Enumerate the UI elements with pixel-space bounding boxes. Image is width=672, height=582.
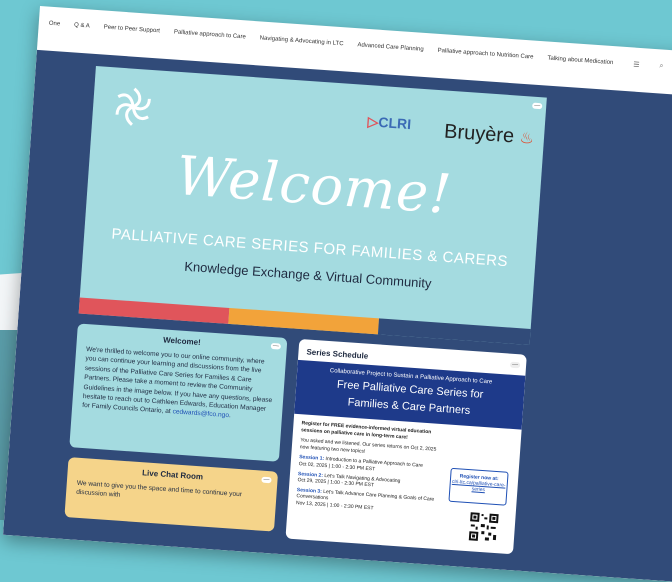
email-link[interactable]: cedwards@fco.ngo [172,409,229,420]
flower-logo-icon [115,87,151,126]
nav-item-palliative-approach[interactable]: Palliative approach to Care [174,29,246,40]
chat-card: — Live Chat Room We want to give you the… [64,457,279,532]
hero-banner: ▷CLRI Bruyère ♨ — Welcome! PALLIATIVE CA… [78,66,547,345]
nav-item-one[interactable]: One [49,21,61,28]
welcome-card-body: We're thrilled to welcome you to our onl… [81,346,273,420]
schedule-collapse-button[interactable]: — [509,361,521,369]
collapse-button[interactable]: — [532,102,543,110]
stripe-navy [377,318,531,345]
schedule-card: — Series Schedule Collaborative Project … [285,338,527,555]
qr-code-icon[interactable] [467,511,500,544]
flame-icon: ♨ [518,129,535,148]
stripe-red [78,297,230,324]
nav-item-qa[interactable]: Q & A [74,22,90,29]
welcome-collapse-button[interactable]: — [270,342,282,350]
nav-item-acp[interactable]: Advanced Care Planning [357,42,424,53]
screenshot-window: One Q & A Peer to Peer Support Palliativ… [3,6,672,582]
bruyere-logo: Bruyère ♨ [443,120,535,148]
nav-item-peer-support[interactable]: Peer to Peer Support [103,25,160,35]
search-icon[interactable]: ⌕ [659,62,663,70]
nav-item-nutrition[interactable]: Palliative approach to Nutrition Care [437,48,533,61]
menu-icon[interactable]: ☰ [633,61,640,69]
hero-title: Welcome! [174,144,455,227]
register-link-box[interactable]: Register now at: clri-ltc.ca/palliative-… [448,467,509,506]
nav-item-navigating[interactable]: Navigating & Advocating in LTC [260,35,344,47]
page-content: ▷CLRI Bruyère ♨ — Welcome! PALLIATIVE CA… [3,49,672,582]
chat-collapse-button[interactable]: — [261,476,272,484]
nav-item-medication[interactable]: Talking about Medication [547,56,613,67]
welcome-card: — Welcome! We're thrilled to welcome you… [69,323,288,462]
stripe-orange [228,307,380,335]
clri-logo: ▷CLRI [367,113,412,133]
